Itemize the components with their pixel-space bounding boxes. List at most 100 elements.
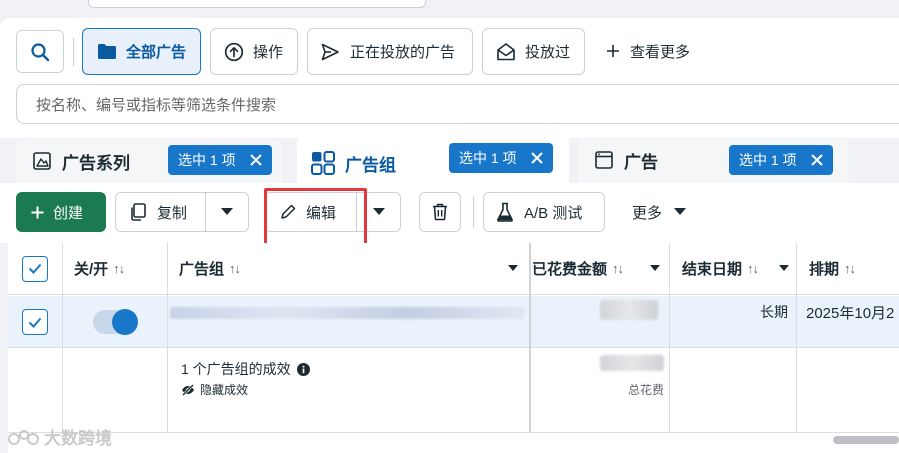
- horizontal-scrollbar[interactable]: [833, 436, 899, 444]
- header-end-date[interactable]: 结束日期 ↑↓: [670, 243, 797, 295]
- selected-badge-ad[interactable]: 选中 1 项: [729, 145, 833, 175]
- checkmark-icon: [28, 263, 42, 274]
- ab-test-button[interactable]: A/B 测试: [483, 192, 605, 232]
- header-spent[interactable]: 已花费金额 ↑↓: [530, 243, 670, 295]
- mail-open-icon: [497, 42, 515, 60]
- watermark-logo-icon: [8, 429, 39, 445]
- toggle-knob[interactable]: [112, 309, 138, 335]
- view-more-label: 查看更多: [630, 43, 691, 61]
- tab-adsets-label: 广告组: [345, 155, 396, 175]
- delivered-button[interactable]: 投放过: [482, 28, 585, 75]
- close-icon[interactable]: [249, 154, 262, 166]
- active-ads-button[interactable]: 正在投放的广告: [307, 28, 473, 75]
- divider: [73, 38, 74, 66]
- trash-icon: [433, 203, 447, 221]
- tab-campaigns-label: 广告系列: [62, 153, 130, 173]
- results-summary-text: 1 个广告组的成效: [181, 361, 291, 377]
- selected-badge-adsets-tab[interactable]: 选中 1 项: [168, 145, 272, 175]
- header-spent-label: 已花费金额: [532, 261, 608, 278]
- redacted-spent-value: [600, 300, 658, 320]
- upload-circle-icon: [224, 42, 244, 61]
- column-divider: [796, 243, 797, 433]
- column-divider: [167, 243, 168, 433]
- sort-icon[interactable]: ↑↓: [113, 261, 125, 276]
- badge-label: 选中 1 项: [178, 152, 236, 168]
- badge-label: 选中 1 项: [459, 150, 517, 166]
- column-divider: [529, 243, 531, 433]
- copy-button[interactable]: 复制: [116, 193, 206, 231]
- create-button[interactable]: 创建: [16, 192, 106, 232]
- copy-label: 复制: [157, 204, 188, 222]
- close-icon[interactable]: [530, 152, 543, 164]
- search-button[interactable]: [16, 30, 64, 73]
- redacted-total-spent: [600, 355, 664, 371]
- send-icon: [321, 43, 339, 60]
- sort-icon[interactable]: ↑↓: [844, 261, 856, 276]
- caret-down-icon[interactable]: [779, 265, 789, 272]
- edit-highlight-box: [264, 188, 367, 248]
- delete-button[interactable]: [419, 192, 461, 232]
- create-label: 创建: [53, 204, 84, 222]
- divider: [473, 196, 474, 228]
- table-bottom-border: [8, 432, 899, 433]
- header-select-all[interactable]: [8, 243, 62, 295]
- hidden-results-toggle[interactable]: 隐藏成效: [181, 381, 248, 398]
- selected-badge-ads-tab[interactable]: 选中 1 项: [449, 143, 553, 173]
- total-spent-label: 总花费: [627, 383, 664, 397]
- operations-label: 操作: [253, 44, 284, 61]
- column-divider: [62, 243, 63, 433]
- delivered-label: 投放过: [525, 44, 571, 61]
- header-toggle-label: 关/开: [74, 261, 109, 278]
- header-schedule-label: 排期: [809, 261, 840, 278]
- search-placeholder: 按名称、编号或指标等筛选条件搜索: [36, 96, 277, 114]
- caret-down-icon: [221, 208, 233, 215]
- flask-icon: [497, 202, 513, 222]
- caret-down-icon[interactable]: [650, 265, 660, 272]
- badge-label: 选中 1 项: [739, 152, 797, 168]
- all-ads-button[interactable]: 全部广告: [82, 28, 201, 75]
- more-label: 更多: [632, 204, 663, 222]
- caret-down-icon: [674, 208, 687, 215]
- caret-down-icon: [372, 208, 385, 215]
- select-all-checkbox[interactable]: [22, 255, 48, 282]
- top-input-edge: [88, 0, 426, 8]
- end-date-cell: 长期: [760, 304, 788, 320]
- watermark: 大数跨境: [8, 424, 112, 449]
- row-checkbox[interactable]: [22, 309, 48, 335]
- column-divider: [669, 243, 670, 433]
- search-input[interactable]: 按名称、编号或指标等筛选条件搜索: [16, 84, 899, 124]
- header-adset[interactable]: 广告组 ↑↓: [168, 243, 530, 295]
- plus-icon: [31, 206, 44, 218]
- campaign-icon: [33, 152, 51, 170]
- operations-button[interactable]: 操作: [210, 28, 298, 75]
- header-end-date-label: 结束日期: [682, 261, 743, 278]
- plus-icon: [607, 45, 619, 57]
- search-icon: [31, 42, 50, 61]
- copy-dropdown[interactable]: [206, 208, 248, 216]
- ab-test-label: A/B 测试: [524, 204, 583, 222]
- more-button[interactable]: 更多: [620, 192, 687, 232]
- view-more-link[interactable]: 查看更多: [606, 38, 690, 64]
- copy-icon: [131, 203, 146, 221]
- checkmark-icon: [28, 317, 42, 328]
- folder-icon: [98, 44, 116, 59]
- sort-icon[interactable]: ↑↓: [612, 261, 624, 276]
- caret-down-icon[interactable]: [508, 265, 518, 272]
- header-toggle[interactable]: 关/开 ↑↓: [62, 243, 168, 295]
- eye-slash-icon: [182, 383, 194, 396]
- tab-ads-label: 广告: [624, 152, 658, 172]
- header-schedule[interactable]: 排期 ↑↓: [797, 243, 899, 295]
- results-summary: 1 个广告组的成效: [181, 359, 310, 379]
- ad-window-icon: [595, 151, 613, 169]
- all-ads-label: 全部广告: [126, 44, 187, 61]
- close-icon[interactable]: [810, 154, 823, 166]
- header-adset-label: 广告组: [179, 261, 225, 278]
- redacted-adset-name[interactable]: [170, 307, 525, 319]
- copy-button-group[interactable]: 复制: [115, 192, 249, 232]
- info-icon[interactable]: [296, 362, 310, 376]
- watermark-text: 大数跨境: [44, 429, 112, 448]
- schedule-cell: 2025年10月2: [806, 304, 895, 322]
- sort-icon[interactable]: ↑↓: [747, 261, 759, 276]
- active-ads-label: 正在投放的广告: [350, 44, 456, 61]
- sort-icon[interactable]: ↑↓: [229, 261, 241, 276]
